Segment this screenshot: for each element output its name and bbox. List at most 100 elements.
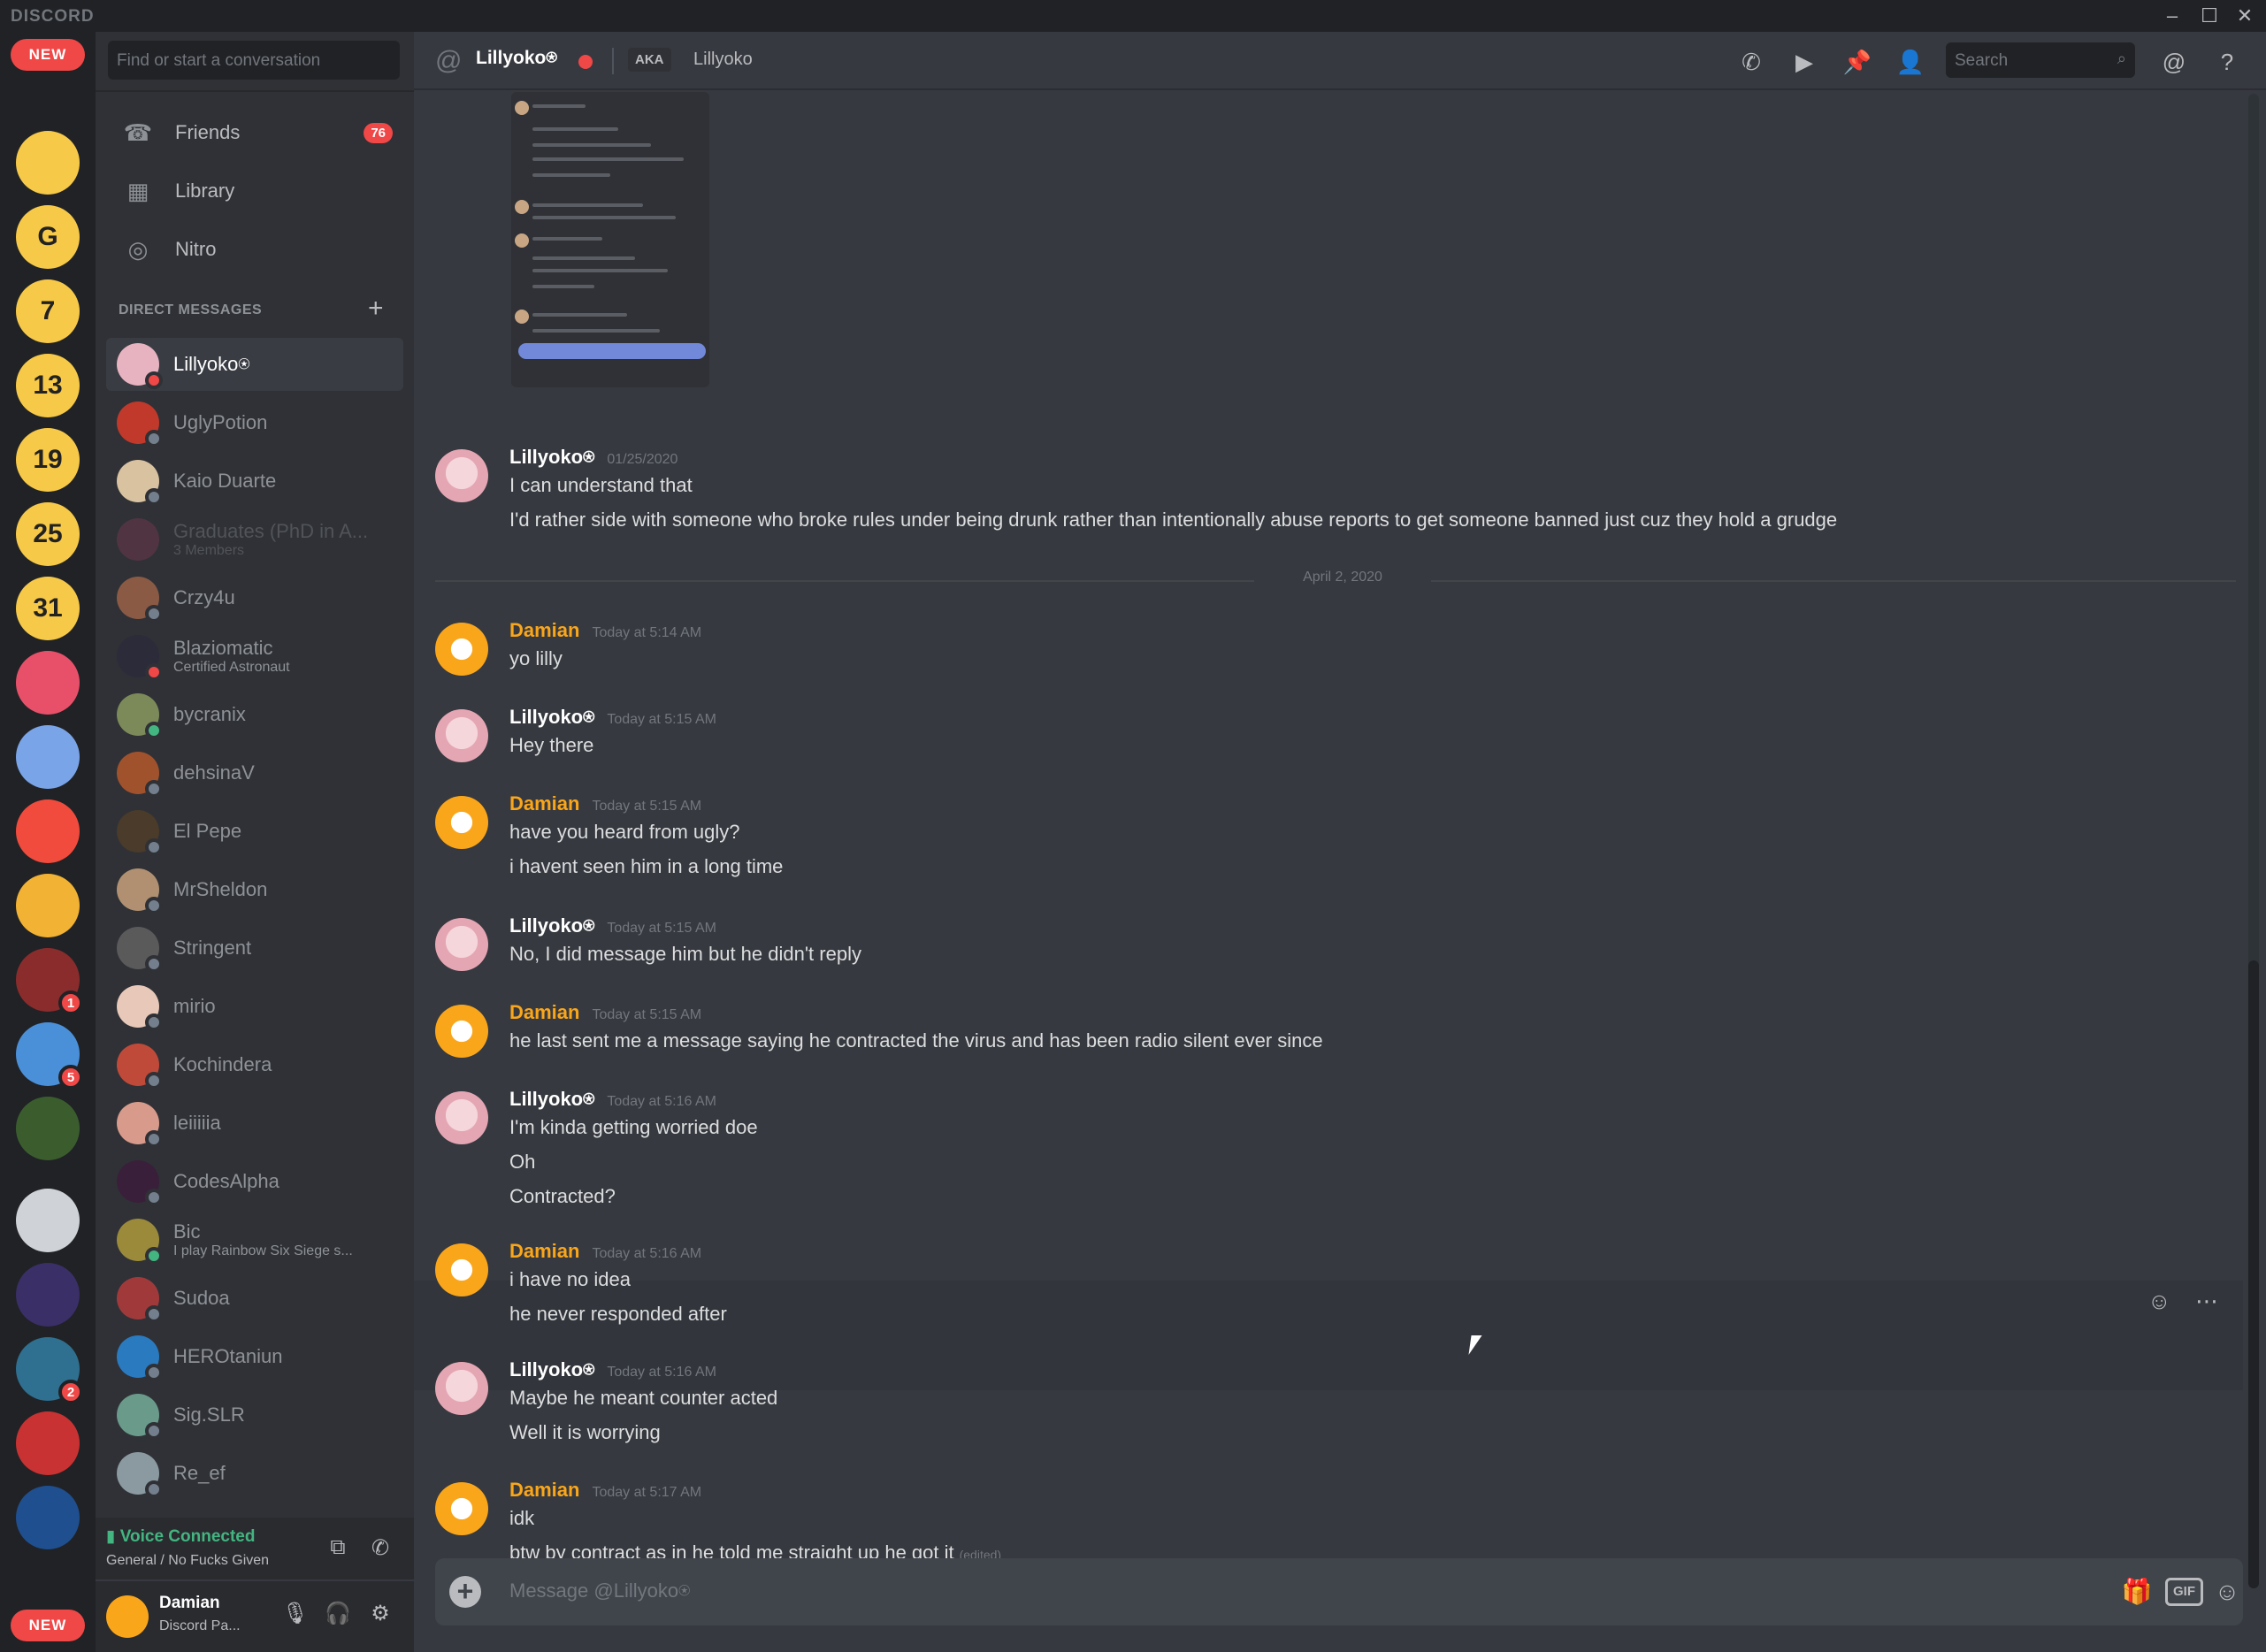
server-icon[interactable]: 1 <box>16 948 83 1015</box>
dm-item[interactable]: mirio <box>106 980 403 1033</box>
avatar[interactable] <box>106 1595 149 1638</box>
nav-nitro[interactable]: ◎ Nitro <box>106 223 403 276</box>
status-indicator <box>145 488 163 506</box>
dm-search-input[interactable]: Find or start a conversation <box>108 41 400 80</box>
avatar[interactable] <box>435 1482 488 1535</box>
video-icon[interactable]: ▶ <box>1788 46 1820 78</box>
dm-item[interactable]: dehsinaV <box>106 746 403 799</box>
avatar <box>117 1102 163 1148</box>
nav-library[interactable]: ▦ Library <box>106 164 403 218</box>
call-icon[interactable]: ✆ <box>1735 46 1767 78</box>
pin-icon[interactable]: 📌 <box>1841 46 1873 78</box>
gif-button[interactable]: GIF <box>2165 1578 2203 1606</box>
dm-item[interactable]: MrSheldon <box>106 863 403 916</box>
new-badge-bottom[interactable]: NEW <box>11 1610 85 1641</box>
embedded-screenshot-image[interactable] <box>511 92 709 387</box>
upload-plus-button[interactable]: + <box>449 1576 481 1608</box>
emoji-icon[interactable]: ☺ <box>2209 1574 2245 1610</box>
message-author[interactable]: Damian <box>509 1001 579 1024</box>
dm-item[interactable]: bycranix <box>106 688 403 741</box>
message-author[interactable]: Damian <box>509 1479 579 1502</box>
minimize-button[interactable]: – <box>2155 2 2190 30</box>
screenshare-icon[interactable]: ⧉ <box>322 1535 354 1567</box>
server-icon[interactable] <box>16 651 80 715</box>
dm-item[interactable]: Blaziomatic Certified Astronaut <box>106 630 403 683</box>
message-author[interactable]: Lillyoko⍟ <box>509 914 594 937</box>
avatar[interactable] <box>435 1362 488 1415</box>
avatar[interactable] <box>435 709 488 762</box>
maximize-button[interactable]: ☐ <box>2192 2 2227 30</box>
server-icon[interactable] <box>16 1097 80 1160</box>
message-author[interactable]: Lillyoko⍟ <box>509 1088 594 1111</box>
avatar[interactable] <box>435 1243 488 1296</box>
dm-item[interactable]: leiiiiia <box>106 1097 403 1150</box>
server-icon[interactable]: G <box>16 205 80 269</box>
message-author[interactable]: Lillyoko⍟ <box>509 706 594 729</box>
server-icon[interactable]: 19 <box>16 428 80 492</box>
message-author[interactable]: Damian <box>509 1240 579 1263</box>
avatar[interactable] <box>435 1005 488 1058</box>
gift-icon[interactable]: 🎁 <box>2119 1574 2155 1610</box>
dm-item[interactable]: Stringent <box>106 922 403 975</box>
dm-item[interactable]: El Pepe <box>106 805 403 858</box>
add-reaction-icon[interactable]: ☺ <box>2147 1288 2171 1323</box>
more-options-icon[interactable]: ⋯ <box>2195 1288 2218 1323</box>
message-header: Lillyoko⍟ Today at 5:16 AM <box>509 1088 716 1111</box>
server-icon[interactable] <box>16 799 80 863</box>
message-line: he never responded after <box>509 1303 727 1325</box>
help-icon[interactable]: ? <box>2211 46 2243 78</box>
message-author[interactable]: Lillyoko⍟ <box>509 1358 594 1381</box>
message-input[interactable]: Message @Lillyoko⍟ <box>509 1579 690 1602</box>
dm-item[interactable]: Graduates (PhD in A... 3 Members <box>106 513 403 566</box>
avatar[interactable] <box>435 449 488 502</box>
server-icon[interactable]: 31 <box>16 577 80 640</box>
server-icon[interactable] <box>16 725 80 789</box>
server-icon[interactable]: 5 <box>16 1022 83 1090</box>
dm-item[interactable]: Crzy4u <box>106 571 403 624</box>
message-text: i have no idea <box>509 1268 631 1291</box>
server-icon[interactable] <box>16 874 80 937</box>
server-icon[interactable] <box>16 131 80 195</box>
add-friend-icon[interactable]: 👤 <box>1895 46 1926 78</box>
nav-friends[interactable]: ☎ Friends 76 <box>106 106 403 159</box>
new-badge[interactable]: NEW <box>11 39 85 71</box>
dm-item[interactable]: Sudoa <box>106 1272 403 1325</box>
dm-item[interactable]: Sig.SLR <box>106 1388 403 1442</box>
voice-channel[interactable]: General / No Fucks Given <box>106 1553 269 1569</box>
headphones-icon[interactable]: 🎧 <box>322 1601 354 1633</box>
close-button[interactable]: ✕ <box>2227 2 2262 30</box>
mention-icon[interactable]: @ <box>2158 46 2190 78</box>
dm-item[interactable]: Kochindera <box>106 1038 403 1091</box>
message-text: Well it is worrying <box>509 1421 661 1444</box>
server-icon[interactable] <box>16 1189 80 1252</box>
server-icon[interactable] <box>16 1411 80 1475</box>
server-icon[interactable]: 2 <box>16 1337 83 1404</box>
dm-item[interactable]: HEROtaniun <box>106 1330 403 1383</box>
avatar[interactable] <box>435 623 488 676</box>
server-icon[interactable]: 7 <box>16 279 80 343</box>
message-author[interactable]: Lillyoko⍟ <box>509 446 594 469</box>
avatar[interactable] <box>435 918 488 971</box>
dm-item[interactable]: CodesAlpha <box>106 1155 403 1208</box>
search-input[interactable]: Search ⌕ <box>1946 42 2135 78</box>
server-icon[interactable]: 13 <box>16 354 80 417</box>
avatar[interactable] <box>435 796 488 849</box>
server-icon[interactable] <box>16 1486 80 1549</box>
dm-item[interactable]: Re_ef <box>106 1447 403 1500</box>
dm-item[interactable]: Bic I play Rainbow Six Siege s... <box>106 1213 403 1266</box>
avatar[interactable] <box>435 1091 488 1144</box>
server-icon[interactable]: 25 <box>16 502 80 566</box>
settings-gear-icon[interactable]: ⚙ <box>364 1601 396 1633</box>
message-author[interactable]: Damian <box>509 619 579 642</box>
signal-icon: ▮ <box>106 1527 120 1546</box>
dm-item[interactable]: Kaio Duarte <box>106 455 403 508</box>
server-icon[interactable] <box>16 1263 80 1327</box>
search-icon: ⌕ <box>2117 50 2126 67</box>
scrollbar-thumb[interactable] <box>2248 960 2259 1588</box>
message-author[interactable]: Damian <box>509 792 579 815</box>
disconnect-icon[interactable]: ✆ <box>364 1535 396 1567</box>
dm-item[interactable]: Lillyoko⍟ <box>106 338 403 391</box>
microphone-icon[interactable]: 🎙 <box>279 1601 311 1633</box>
dm-item[interactable]: UglyPotion <box>106 396 403 449</box>
create-dm-button[interactable]: + <box>368 294 384 324</box>
